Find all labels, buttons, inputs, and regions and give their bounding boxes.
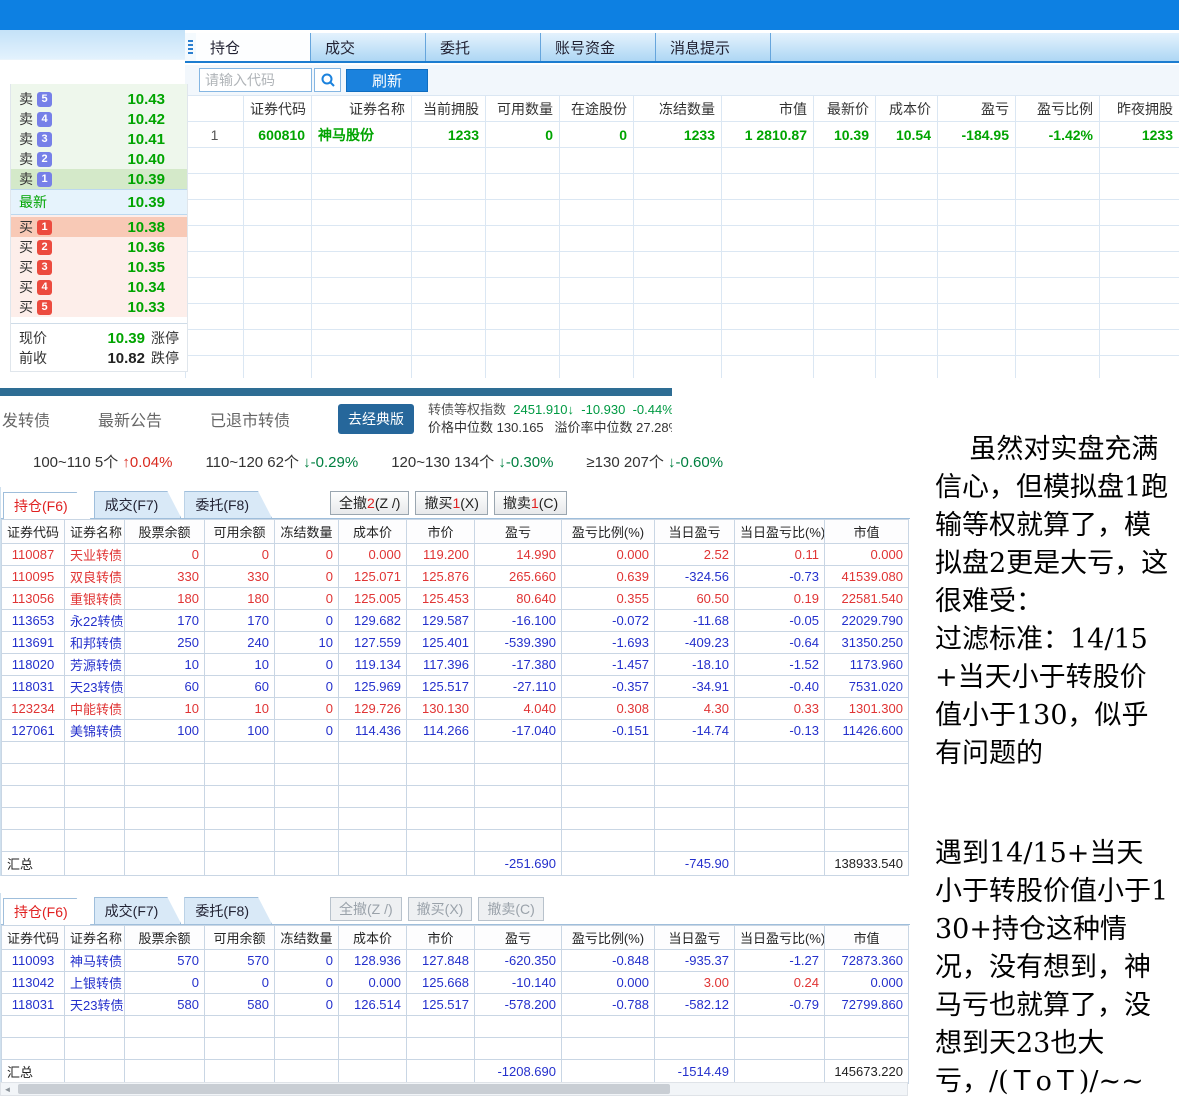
ask-badge-icon: 3 <box>37 132 52 147</box>
table2-tab-1[interactable]: 成交(F7) <box>94 897 182 924</box>
holdings-row: 1600810神马股份12330012331 2810.8710.3910.54… <box>186 122 1179 148</box>
left-header-strip <box>0 30 185 60</box>
bid-badge-icon: 4 <box>37 280 52 295</box>
bond-nav-bar: 发转债 最新公告 已退市转债 去经典版 转债等权指数 2451.910↓ -10.9… <box>0 396 672 442</box>
account-tab-4[interactable]: 消息提示 <box>656 33 771 61</box>
table1-tab-0[interactable]: 持仓(F6) <box>3 492 91 519</box>
user-note-text: 虽然对实盘充满信心，但模拟盘1跑输等权就算了，模拟盘2更是大亏，这很难受： 过滤… <box>935 393 1169 1099</box>
scroll-left-arrow-icon[interactable]: ◄ <box>1 1085 14 1094</box>
table1-tab-2[interactable]: 委托(F8) <box>184 491 272 518</box>
refresh-button[interactable]: 刷新 <box>346 69 428 92</box>
bond-nav-item-0[interactable]: 发转债 <box>2 407 50 431</box>
holdings-table: 证券代码证券名称当前拥股可用数量在途股份冻结数量市值最新价成本价盈亏盈亏比例昨夜… <box>185 95 1179 378</box>
ask-level-2[interactable]: 卖 2 10.40 <box>11 149 187 169</box>
range-filter-0[interactable]: 100~110 5个 ↑0.04% <box>33 451 172 472</box>
bond-row: 110087天业转债0000.000119.20014.9900.0002.52… <box>2 544 909 566</box>
bid-badge-icon: 3 <box>37 260 52 275</box>
bid-badge-icon: 2 <box>37 240 52 255</box>
bid-level-5[interactable]: 买 5 10.33 <box>11 297 187 317</box>
bond-row: 113691和邦转债25024010127.559125.401-539.390… <box>2 632 909 654</box>
note-paragraph-1: 虽然对实盘充满信心，但模拟盘1跑输等权就算了，模拟盘2更是大亏，这很难受： 过滤… <box>935 434 1168 769</box>
search-input[interactable] <box>199 68 312 92</box>
quote-footer-row: 前收 10.82 跌停 <box>11 348 187 368</box>
sim-account2-panel: 持仓(F6)成交(F7)委托(F8) 全撤(Z /)撤买(X)撤卖(C) 证券代码证… <box>0 893 910 1084</box>
table1-cancel-button-0[interactable]: 全撤2(Z /) <box>330 491 409 515</box>
account-tab-strip: 持仓成交委托账号资金消息提示 <box>185 33 1179 63</box>
ask-badge-icon: 2 <box>37 152 52 167</box>
scrollbar-thumb[interactable] <box>18 1084 670 1094</box>
bond-row: 113042上银转债0000.000125.668-10.1400.0003.0… <box>2 972 909 994</box>
search-button[interactable] <box>314 68 341 92</box>
holdings-header-row: 证券代码证券名称当前拥股可用数量在途股份冻结数量市值最新价成本价盈亏盈亏比例昨夜… <box>186 96 1179 122</box>
range-filter-2[interactable]: 120~130 134个 ↓-0.30% <box>391 451 553 472</box>
table2-tab-2[interactable]: 委托(F8) <box>184 897 272 924</box>
bid-level-2[interactable]: 买 2 10.36 <box>11 237 187 257</box>
horizontal-scrollbar[interactable]: ◄ <box>0 1082 908 1096</box>
bond-row: 113056重银转债1801800125.005125.45380.6400.3… <box>2 588 909 610</box>
bond-row: 110095双良转债3303300125.071125.876265.6600.… <box>2 566 909 588</box>
account-tab-3[interactable]: 账号资金 <box>541 33 656 61</box>
bond-index-stats: 转债等权指数 2451.910↓ -10.930 -0.44% 87.29 价格… <box>428 401 672 437</box>
note-paragraph-2: 遇到14/15+当天小于转股价值小于130+持仓这种情况，没有想到，神马亏也就算… <box>935 835 1169 1099</box>
toolbar: 刷新 <box>185 65 1179 95</box>
ask-levels: 卖 5 10.43 卖 4 10.42 卖 3 10.41 卖 2 10.40 … <box>11 84 187 189</box>
table1-tab-1[interactable]: 成交(F7) <box>94 491 182 518</box>
ask-badge-icon: 5 <box>37 92 52 107</box>
quote-footer-row: 现价 10.39 涨停 <box>11 328 187 348</box>
table1-cancel-button-2[interactable]: 撤卖1(C) <box>494 491 567 515</box>
summary-row: 汇总 -1208.690 -1514.49 145673.220 <box>2 1060 909 1084</box>
holdings-grid: 证券代码证券名称当前拥股可用数量在途股份冻结数量市值最新价成本价盈亏盈亏比例昨夜… <box>185 95 1179 378</box>
ask-level-5[interactable]: 卖 5 10.43 <box>11 89 187 109</box>
range-filter-3[interactable]: ≥130 207个 ↓-0.60% <box>586 451 723 472</box>
bond-row: 123234中能转债10100129.726130.1304.0400.3084… <box>2 698 909 720</box>
table2-cancel-button-0: 全撤(Z /) <box>330 897 402 921</box>
sim-account1-panel: 持仓(F6)成交(F7)委托(F8) 全撤2(Z /)撤买1(X) 撤卖1(C) 证券… <box>0 487 910 876</box>
bid-level-4[interactable]: 买 4 10.34 <box>11 277 187 297</box>
ask-level-4[interactable]: 卖 4 10.42 <box>11 109 187 129</box>
account-tab-2[interactable]: 委托 <box>426 33 541 61</box>
drag-handle-icon[interactable] <box>185 33 196 61</box>
title-bar <box>0 0 1179 30</box>
account-tab-0[interactable]: 持仓 <box>196 33 311 61</box>
account-tab-1[interactable]: 成交 <box>311 33 426 61</box>
latest-price-row: 最新 10.39 <box>11 189 187 215</box>
trading-app-window: 持仓成交委托账号资金消息提示 刷新 证券代码证券名称当前拥股可用数量在途股份冻结… <box>0 0 1179 1099</box>
bond-row: 118031天23转债5805800126.514125.517-578.200… <box>2 994 909 1016</box>
bond-row: 127061美锦转债1001000114.436114.266-17.040-0… <box>2 720 909 742</box>
search-icon <box>320 72 336 88</box>
table2-cancel-button-1: 撤买(X) <box>408 897 473 921</box>
ask-badge-icon: 1 <box>37 172 52 187</box>
bond-row: 110093神马转债5705700128.936127.848-620.350-… <box>2 950 909 972</box>
summary-row: 汇总 -251.690 -745.90 138933.540 <box>2 852 909 876</box>
classic-version-button[interactable]: 去经典版 <box>338 404 414 434</box>
ask-level-1[interactable]: 卖 1 10.39 <box>11 169 187 189</box>
table1-cancel-button-1[interactable]: 撤买1(X) <box>415 491 487 515</box>
section-divider-bar <box>0 388 672 396</box>
price-range-stats: 100~110 5个 ↑0.04% 110~120 62个 ↓-0.29% 120~… <box>0 446 672 476</box>
bond-nav-item-1[interactable]: 最新公告 <box>98 407 162 431</box>
bond-row: 118031天23转债60600125.969125.517-27.110-0.… <box>2 676 909 698</box>
table1-grid: 证券代码证券名称股票余额可用余额冻结数量成本价市价盈亏盈亏比例(%)当日盈亏当日… <box>1 519 909 876</box>
quote-footer: 现价 10.39 涨停 前收 10.82 跌停 <box>11 323 187 368</box>
bid-levels: 买 1 10.38 买 2 10.36 买 3 10.35 买 4 10.34 … <box>11 215 187 317</box>
bid-badge-icon: 5 <box>37 300 52 315</box>
table1-tabs: 持仓(F6)成交(F7)委托(F8) 全撤2(Z /)撤买1(X) 撤卖1(C) <box>1 487 910 519</box>
ask-badge-icon: 4 <box>37 112 52 127</box>
bond-nav-item-2[interactable]: 已退市转债 <box>210 407 290 431</box>
bid-level-3[interactable]: 买 3 10.35 <box>11 257 187 277</box>
bond-row: 113653永22转债1701700129.682129.587-16.100-… <box>2 610 909 632</box>
range-filter-1[interactable]: 110~120 62个 ↓-0.29% <box>205 451 358 472</box>
bond-row: 118020芳源转债10100119.134117.396-17.380-1.4… <box>2 654 909 676</box>
table2-grid: 证券代码证券名称股票余额可用余额冻结数量成本价市价盈亏盈亏比例(%)当日盈亏当日… <box>1 925 909 1084</box>
ask-level-3[interactable]: 卖 3 10.41 <box>11 129 187 149</box>
table2-tab-0[interactable]: 持仓(F6) <box>3 898 91 925</box>
table2-cancel-button-2: 撤卖(C) <box>478 897 543 921</box>
table2-tabs: 持仓(F6)成交(F7)委托(F8) 全撤(Z /)撤买(X)撤卖(C) <box>1 893 910 925</box>
bid-level-1[interactable]: 买 1 10.38 <box>11 217 187 237</box>
bid-badge-icon: 1 <box>37 220 52 235</box>
quote-panel: 卖 5 10.43 卖 4 10.42 卖 3 10.41 卖 2 10.40 … <box>10 84 188 372</box>
